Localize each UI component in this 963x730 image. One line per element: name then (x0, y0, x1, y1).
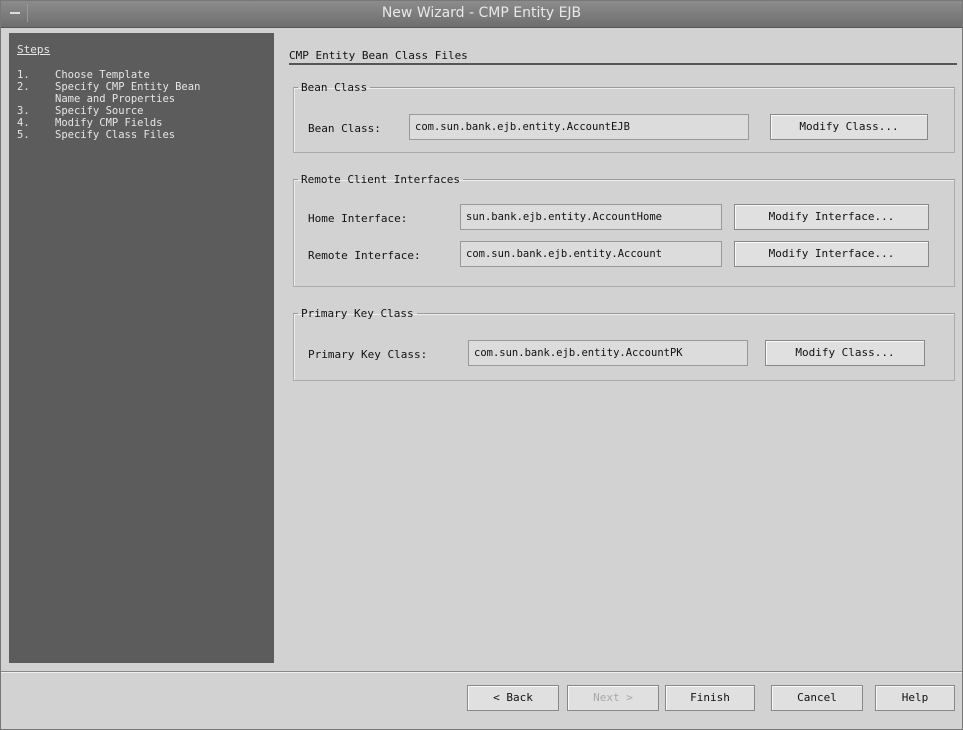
back-button[interactable]: < Back (467, 685, 559, 711)
remote-interfaces-group: Remote Client Interfaces Home Interface:… (293, 173, 955, 287)
bean-class-group: Bean Class Bean Class: com.sun.bank.ejb.… (293, 81, 955, 153)
primary-key-label: Primary Key Class: (308, 348, 428, 361)
steps-list: 1. Choose Template 2. Specify CMP Entity B… (17, 69, 267, 141)
bean-class-legend: Bean Class (301, 81, 368, 94)
primary-key-field[interactable]: com.sun.bank.ejb.entity.AccountPK (468, 340, 748, 366)
steps-panel: Steps 1. Choose Template 2. Specify CMP En… (9, 33, 274, 663)
steps-title: Steps (17, 43, 51, 56)
step-item: Name and Properties (55, 93, 176, 105)
modify-remote-interface-button[interactable]: Modify Interface... (734, 241, 929, 267)
modify-primary-key-class-button[interactable]: Modify Class... (765, 340, 925, 366)
remote-interface-label: Remote Interface: (308, 249, 421, 262)
primary-key-legend: Primary Key Class (301, 307, 414, 320)
step-item: 2. Specify CMP Entity Bean (17, 81, 201, 93)
help-button[interactable]: Help (875, 685, 955, 711)
remote-interface-field[interactable]: com.sun.bank.ejb.entity.Account (460, 241, 722, 267)
title-divider (289, 63, 957, 65)
wizard-window: New Wizard - CMP Entity EJB Steps 1. Choo… (0, 0, 963, 730)
page-title: CMP Entity Bean Class Files (289, 49, 468, 62)
home-interface-field[interactable]: sun.bank.ejb.entity.AccountHome (460, 204, 722, 230)
modify-bean-class-button[interactable]: Modify Class... (770, 114, 928, 140)
bean-class-label: Bean Class: (308, 122, 381, 135)
step-item: 3. Specify Source (17, 105, 144, 117)
bean-class-field[interactable]: com.sun.bank.ejb.entity.AccountEJB (409, 114, 749, 140)
next-button[interactable]: Next > (567, 685, 659, 711)
title-bar: New Wizard - CMP Entity EJB (1, 1, 962, 28)
step-item: 1. Choose Template (17, 69, 150, 81)
finish-button[interactable]: Finish (665, 685, 755, 711)
primary-key-group: Primary Key Class Primary Key Class: com… (293, 307, 955, 381)
remote-interfaces-legend: Remote Client Interfaces (301, 173, 460, 186)
window-title: New Wizard - CMP Entity EJB (381, 5, 582, 21)
step-item: 4. Modify CMP Fields (17, 117, 163, 129)
step-item-current: 5. Specify Class Files (17, 129, 176, 141)
modify-home-interface-button[interactable]: Modify Interface... (734, 204, 929, 230)
home-interface-label: Home Interface: (308, 212, 408, 225)
content-panel: CMP Entity Bean Class Files Bean Class B… (283, 33, 958, 663)
cancel-button[interactable]: Cancel (771, 685, 863, 711)
